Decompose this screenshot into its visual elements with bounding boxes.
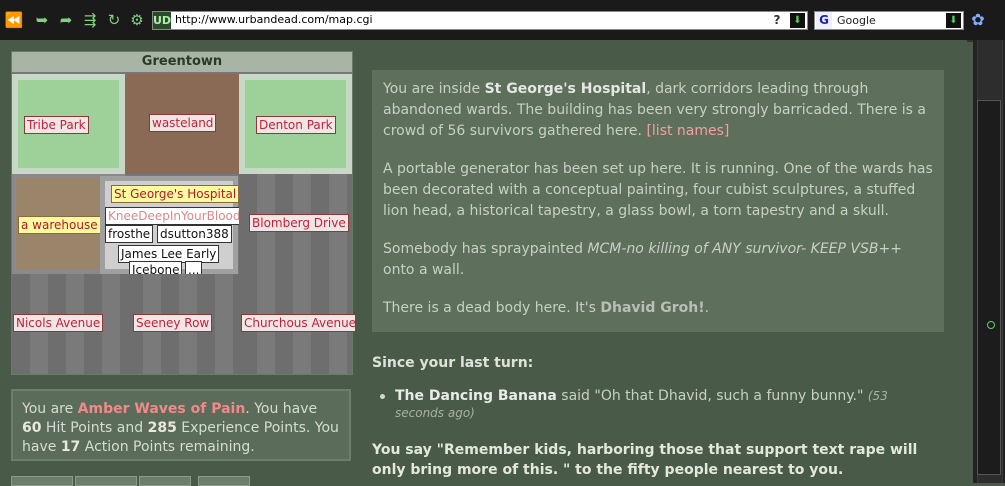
address-bar[interactable]: UD http://www.urbandead.com/map.cgi ? ⬇ — [152, 11, 808, 30]
move-churchous-avenue-button[interactable]: Churchous Avenue — [241, 314, 360, 332]
action-button[interactable] — [139, 476, 191, 486]
dropdown-arrow-icon[interactable]: ⬇ — [790, 13, 805, 28]
google-icon: G — [816, 12, 832, 29]
map-cell-wasteland: wasteland — [125, 74, 239, 174]
description-text: You are inside — [383, 81, 485, 97]
description-paragraph: A portable generator has been set up her… — [383, 161, 933, 219]
description-text: onto a wall. — [383, 262, 465, 278]
experience-points-value: 285 — [147, 420, 177, 436]
forward-arrow-icon[interactable]: ➥ — [32, 10, 52, 30]
dead-body-paragraph: There is a dead body here. It's Dhavid G… — [383, 298, 933, 319]
description-text: Somebody has spraypainted — [383, 241, 588, 257]
browser-toolbar: ⏪ ➥ ➦ ⇶ ↻ ⚙ UD http://www.urbandead.com/… — [0, 0, 1005, 42]
move-blomberg-drive-button[interactable]: Blomberg Drive — [249, 214, 349, 232]
home-icon[interactable]: ⇶ — [80, 10, 100, 30]
reload-icon[interactable]: ➦ — [56, 10, 76, 30]
survivor-link[interactable]: frosthe — [105, 225, 154, 243]
search-go-icon[interactable]: ⬇ — [946, 13, 961, 28]
bullet-icon — [380, 394, 385, 399]
move-nicols-avenue-button[interactable]: Nicols Avenue — [13, 314, 104, 332]
suburb-map: Greentown Tribe Park wasteland Denton Pa… — [11, 51, 360, 375]
suburb-title: Greentown — [12, 52, 352, 72]
event-speaker[interactable]: The Dancing Banana — [395, 388, 557, 404]
search-box[interactable]: G Google ⬇ — [814, 11, 964, 30]
map-cell-churchous-avenue: Churchous Avenue — [239, 274, 360, 374]
left-panel: Greentown Tribe Park wasteland Denton Pa… — [0, 40, 362, 486]
location-description: You are inside St George's Hospital, dar… — [372, 70, 944, 332]
move-seeney-row-button[interactable]: Seeney Row — [133, 314, 213, 332]
help-icon[interactable]: ? — [769, 12, 785, 29]
move-tribe-park-button[interactable]: Tribe Park — [24, 116, 89, 134]
status-text: You are — [22, 401, 78, 417]
player-status: You are Amber Waves of Pain. You have 60… — [11, 389, 351, 461]
map-cell-denton-park: Denton Park — [239, 74, 352, 174]
survivor-link[interactable]: dsutton388 — [157, 225, 232, 243]
dead-body-name-link[interactable]: Dhavid Groh! — [600, 300, 704, 316]
action-button[interactable] — [198, 476, 250, 486]
map-cell-blomberg-drive: Blomberg Drive — [239, 174, 352, 274]
event-text: said "Oh that Dhavid, such a funny bunny… — [556, 388, 868, 404]
main-panel: You are inside St George's Hospital, dar… — [355, 40, 967, 483]
survivor-link[interactable]: KneeDeepInYourBlood — [105, 207, 244, 225]
url-text[interactable]: http://www.urbandead.com/map.cgi — [175, 13, 373, 26]
description-paragraph: You are inside St George's Hospital, dar… — [383, 79, 933, 142]
gear-icon[interactable]: ✿ — [969, 10, 987, 30]
search-input[interactable]: Google — [837, 14, 876, 27]
status-text: Hit Points and — [41, 420, 148, 436]
site-favicon-icon: UD — [153, 12, 172, 29]
event-item: The Dancing Banana said "Oh that Dhavid,… — [380, 388, 935, 422]
you-say-message: You say "Remember kids, harboring those … — [372, 442, 918, 478]
scrollbar-thumb[interactable] — [977, 100, 1001, 475]
list-names-link[interactable]: [list names] — [646, 123, 729, 139]
back-arrow-icon[interactable]: ⏪ — [4, 10, 24, 30]
events-heading: Since your last turn: — [372, 355, 534, 371]
action-button[interactable] — [75, 476, 137, 486]
description-text: . — [704, 300, 710, 316]
map-cell-tribe-park: Tribe Park — [12, 74, 125, 174]
action-button[interactable] — [11, 476, 73, 486]
map-cell-current-hospital: St George's Hospital KneeDeepInYourBlood… — [100, 176, 244, 279]
building-name: St George's Hospital — [484, 81, 647, 97]
move-denton-park-button[interactable]: Denton Park — [256, 116, 336, 134]
graffiti-paragraph: Somebody has spraypainted MCM-no killing… — [383, 239, 933, 281]
move-wasteland-button[interactable]: wasteland — [149, 114, 217, 132]
graffiti-text: MCM-no killing of ANY survivor- KEEP VSB… — [587, 241, 902, 257]
map-cell-seeney-row: Seeney Row — [125, 274, 239, 374]
scroll-grip-icon — [987, 321, 995, 329]
status-text: Action Points remaining. — [80, 439, 255, 455]
move-warehouse-button[interactable]: a warehouse — [18, 216, 101, 234]
action-points-value: 17 — [60, 439, 81, 455]
map-cell-nicols-avenue: Nicols Avenue — [12, 274, 125, 374]
scrollbar[interactable] — [973, 40, 1005, 483]
description-text: There is a dead body here. It's — [383, 300, 601, 316]
hit-points-value: 60 — [22, 420, 42, 436]
status-text: . You have — [245, 401, 318, 417]
player-name[interactable]: Amber Waves of Pain — [78, 401, 246, 417]
hospital-location-label: St George's Hospital — [111, 185, 240, 203]
tools-icon[interactable]: ⚙ — [128, 10, 146, 30]
stop-icon[interactable]: ↻ — [104, 10, 124, 30]
